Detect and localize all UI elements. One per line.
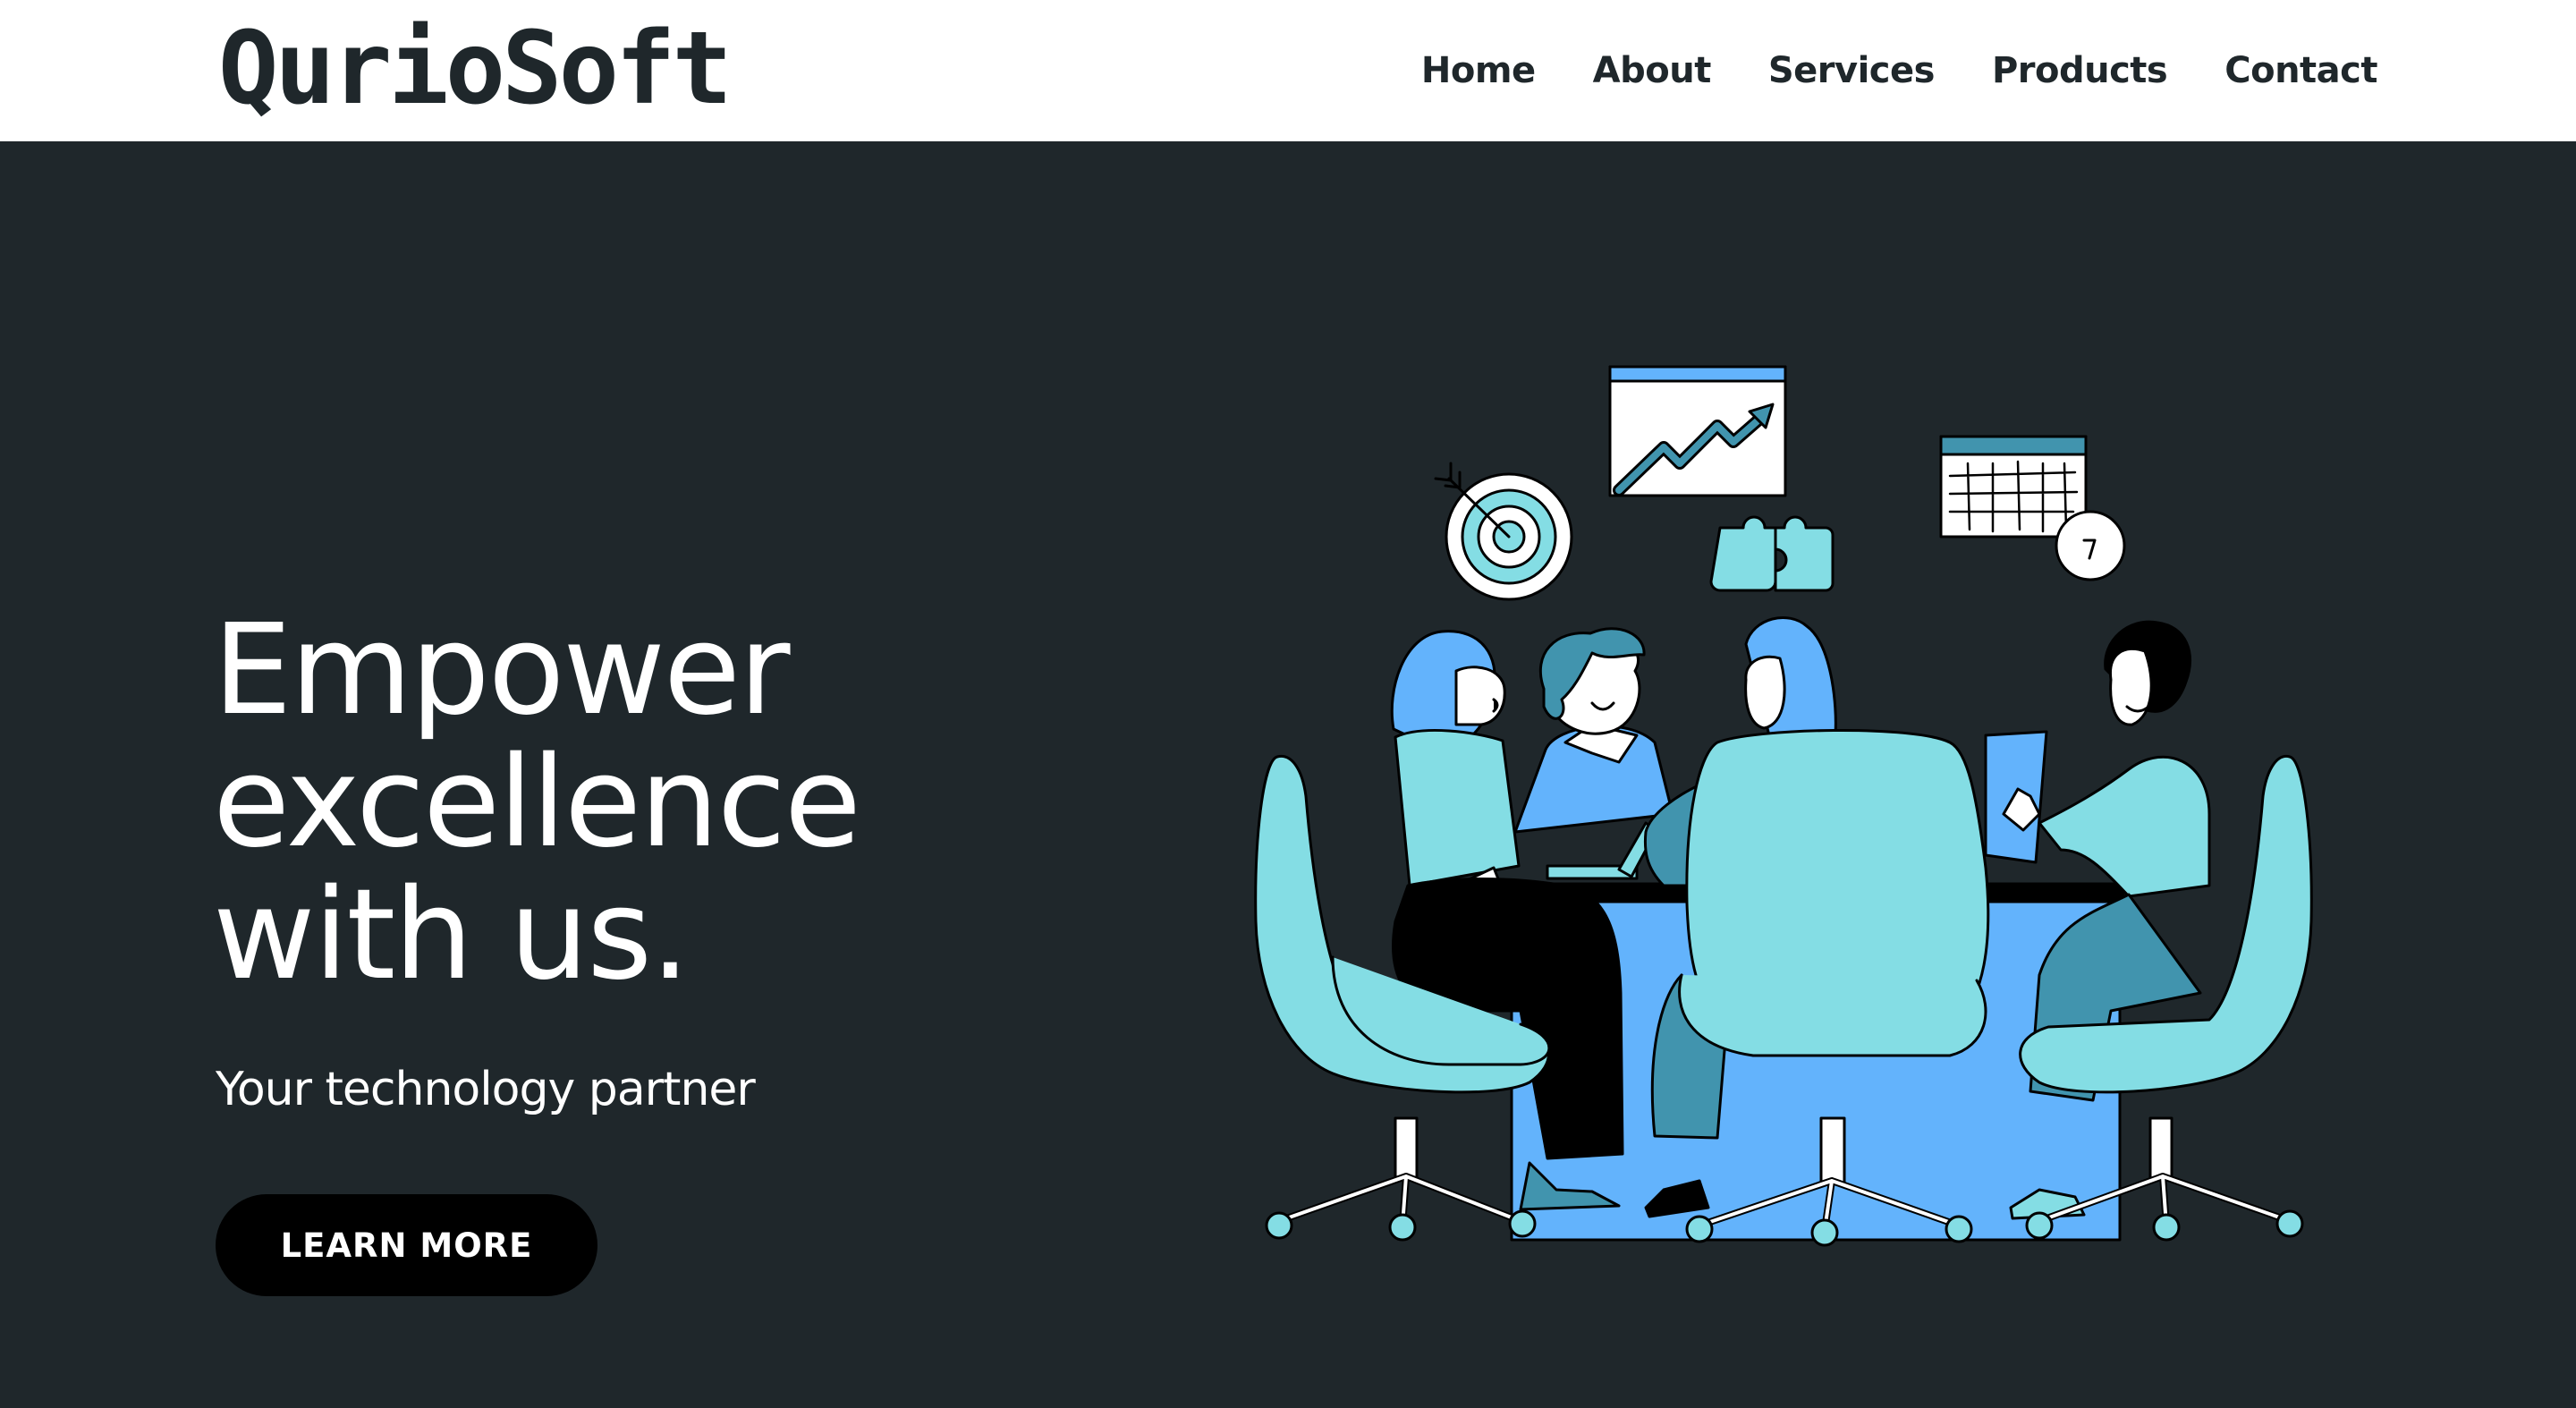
learn-more-button[interactable]: LEARN MORE [216,1194,597,1296]
hero-subtitle: Your technology partner [216,1063,756,1116]
hero-title-line: with us. [213,862,691,1008]
growth-chart-icon [1608,365,1787,497]
puzzle-icon [1709,515,1835,592]
target-icon [1434,462,1573,601]
hero-title: Empower excellence with us. [213,605,1018,1002]
site-header: QurioSoft Home About Services Products C… [0,0,2576,141]
nav-link-home[interactable]: Home [1421,50,1536,91]
team-meeting-illustration [1254,365,2313,1247]
main-nav: Home About Services Products Contact [1421,0,2378,141]
hero-title-line: excellence [213,730,861,876]
nav-link-about[interactable]: About [1593,50,1712,91]
nav-link-services[interactable]: Services [1768,50,1936,91]
hero-title-line: Empower [213,598,791,743]
brand-logo[interactable]: QurioSoft [218,19,733,119]
nav-link-products[interactable]: Products [1992,50,2168,91]
calendar-icon [1939,435,2088,539]
clock-icon [2055,510,2126,581]
nav-link-contact[interactable]: Contact [2224,50,2377,91]
